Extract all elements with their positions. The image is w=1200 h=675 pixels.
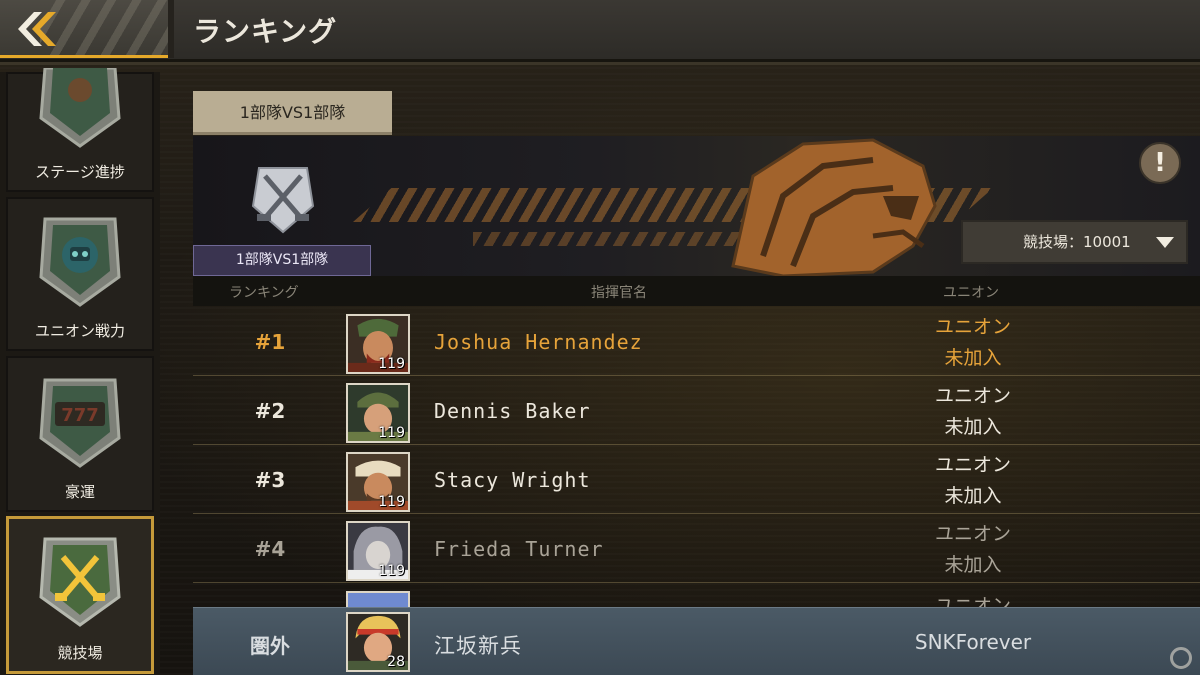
avatar-level: 119 — [378, 494, 405, 510]
header-bar: ランキング — [0, 0, 1200, 65]
commander-name: Dennis Baker — [434, 399, 591, 423]
avatar-level: 28 — [387, 654, 405, 670]
union-status: ユニオン 未加入 — [913, 381, 1033, 443]
mode-label: 1部隊VS1部隊 — [193, 245, 371, 276]
ranking-row[interactable]: #2 119 Dennis Baker ユニオン 未加入 — [193, 377, 1200, 445]
back-button[interactable] — [0, 0, 168, 58]
sidebar-item-label: 豪運 — [64, 483, 95, 501]
self-rank-label: 圏外 — [250, 634, 290, 658]
self-commander-name: 江坂新兵 — [434, 635, 522, 658]
self-ranking-row[interactable]: 圏外 28 江坂新兵 SNKForever — [193, 607, 1200, 675]
lion-emblem-icon — [731, 138, 937, 276]
union-badge-icon — [39, 217, 121, 307]
sidebar-item-arena[interactable]: 競技場 — [6, 516, 154, 674]
union-status-line2: 未加入 — [944, 416, 1002, 438]
lucky-777-badge-icon: 777 — [39, 378, 121, 468]
ranking-row[interactable]: #4 119 Frieda Turner ユニオン 未加入 — [193, 515, 1200, 583]
avatar[interactable]: 119 — [346, 452, 410, 512]
union-status: ユニオン 未加入 — [913, 312, 1033, 374]
column-header-commander: 指揮官名 — [591, 285, 647, 301]
crossed-swords-icon — [251, 167, 315, 234]
sidebar: ステージ進捗 ユニオン戦力 777 豪運 競技場 — [0, 68, 160, 675]
sidebar-item-stage-progress[interactable]: ステージ進捗 — [6, 68, 154, 192]
rank-label: #4 — [254, 537, 286, 561]
self-avatar[interactable]: 28 — [346, 612, 410, 672]
ranking-row[interactable]: #3 119 Stacy Wright ユニオン 未加入 — [193, 446, 1200, 514]
avatar[interactable]: 119 — [346, 521, 410, 581]
union-status-line2: 未加入 — [944, 347, 1002, 369]
svg-text:777: 777 — [61, 405, 99, 426]
union-status-line2: 未加入 — [944, 554, 1002, 576]
self-union-name: SNKForever — [914, 630, 1032, 654]
sidebar-item-union-power[interactable]: ユニオン戦力 — [6, 197, 154, 351]
stage-badge-icon — [39, 68, 121, 148]
arena-dropdown-value: 競技場：10001 — [1023, 233, 1131, 251]
sidebar-item-label: 競技場 — [57, 644, 103, 662]
sidebar-item-label: ユニオン戦力 — [34, 322, 125, 340]
ranking-row[interactable]: #1 119 Joshua Hernandez ユニオン 未加入 — [193, 308, 1200, 376]
sidebar-item-luck[interactable]: 777 豪運 — [6, 356, 154, 512]
rank-label: #1 — [254, 330, 286, 354]
ranking-row-partial: ユニオン — [193, 589, 1200, 609]
column-header-rank: ランキング — [229, 285, 299, 301]
avatar[interactable]: 119 — [346, 383, 410, 443]
sidebar-item-label: ステージ進捗 — [35, 163, 125, 181]
avatar-level: 119 — [378, 425, 405, 441]
info-button[interactable]: ! — [1139, 142, 1181, 184]
arena-badge-icon — [39, 537, 121, 627]
mode-banner: 1部隊VS1部隊 ! 競技場：10001 — [193, 136, 1200, 276]
arena-dropdown[interactable]: 競技場：10001 — [961, 220, 1188, 264]
page-title: ランキング — [193, 15, 338, 48]
union-status-line1: ユニオン — [934, 316, 1011, 338]
commander-name: Frieda Turner — [434, 537, 604, 561]
avatar[interactable]: 119 — [346, 314, 410, 374]
union-status: ユニオン 未加入 — [913, 519, 1033, 581]
avatar-level: 119 — [378, 563, 405, 579]
commander-name: Joshua Hernandez — [434, 330, 643, 354]
column-header-row: ランキング 指揮官名 ユニオン — [193, 276, 1200, 306]
avatar-level: 119 — [378, 356, 405, 372]
union-status-line2: 未加入 — [944, 485, 1002, 507]
rank-label: #2 — [254, 399, 286, 423]
tab-1v1[interactable]: 1部隊VS1部隊 — [193, 91, 392, 135]
union-status-line1: ユニオン — [934, 523, 1011, 545]
caret-down-icon — [1156, 237, 1174, 248]
column-header-union: ユニオン — [943, 285, 999, 301]
union-status-line1: ユニオン — [934, 454, 1011, 476]
header-divider — [168, 0, 174, 58]
union-status-line1: ユニオン — [934, 385, 1011, 407]
double-chevron-left-icon — [18, 12, 56, 46]
commander-name: Stacy Wright — [434, 468, 591, 492]
rank-label: #3 — [254, 468, 286, 492]
union-status: ユニオン 未加入 — [913, 450, 1033, 512]
watermark-logo-icon — [1170, 647, 1192, 669]
back-button-stripes — [40, 0, 168, 55]
